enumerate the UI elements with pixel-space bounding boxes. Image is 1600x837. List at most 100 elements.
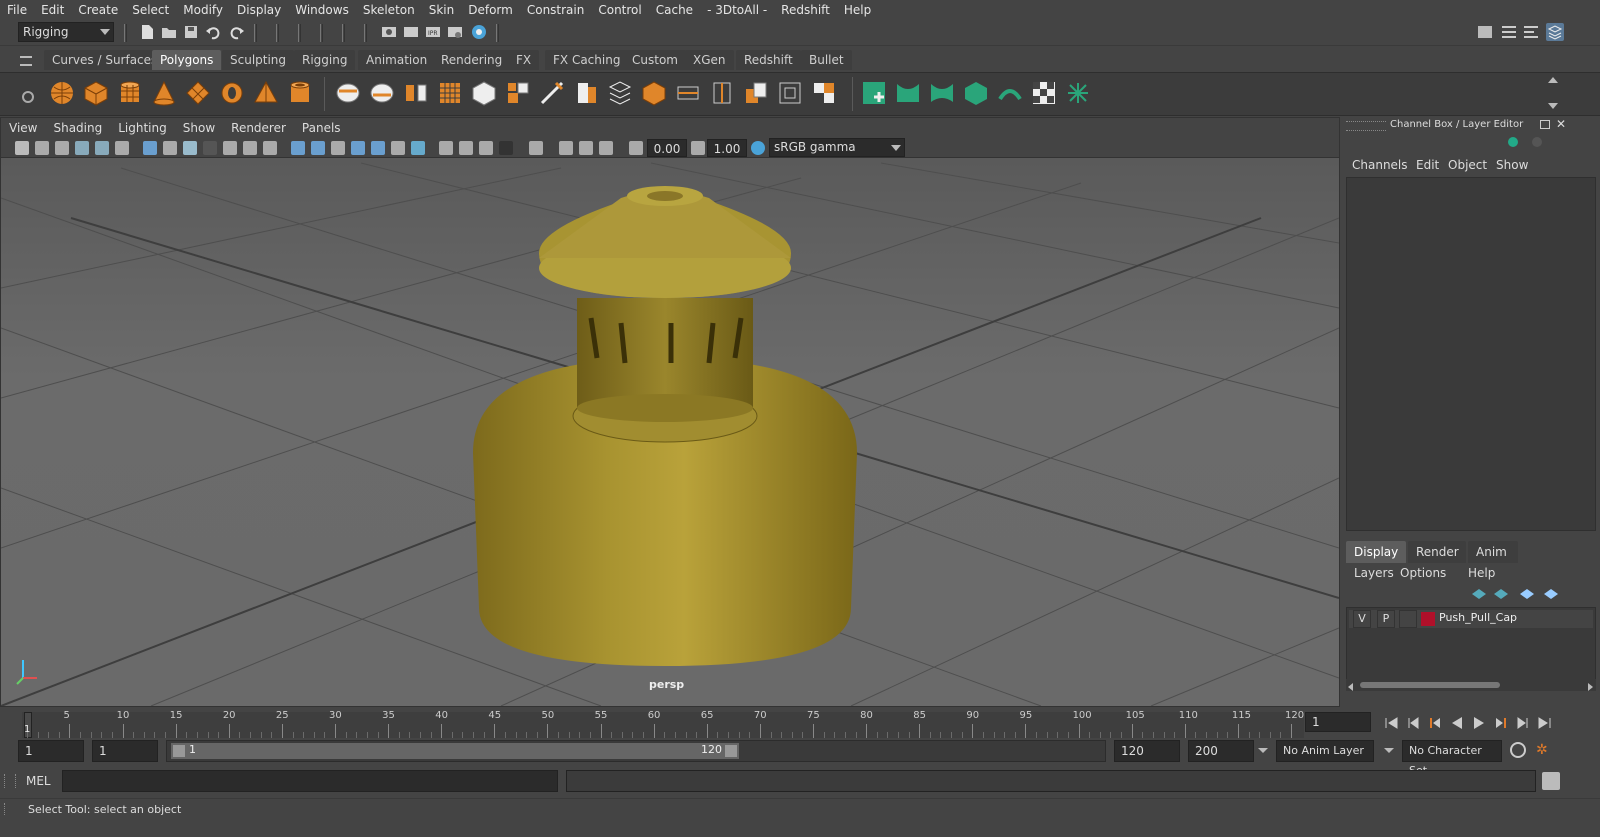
float-panel-icon[interactable] [1540, 120, 1550, 129]
shadows-icon[interactable] [411, 141, 425, 155]
poly-cylinder-icon[interactable] [116, 79, 144, 107]
playback-start-field[interactable]: 1 [92, 740, 158, 762]
extrude-icon[interactable] [504, 79, 532, 107]
undo-icon[interactable] [204, 23, 222, 41]
step-back-frame-icon[interactable] [1406, 716, 1420, 730]
channel-box-menu-edit[interactable]: Edit [1416, 158, 1439, 172]
menu-create[interactable]: Create [71, 0, 125, 20]
exposure-icon[interactable] [629, 141, 643, 155]
layer-menu-layers[interactable]: Layers [1354, 566, 1394, 580]
tab-polygons[interactable]: Polygons [152, 50, 222, 70]
textured-icon[interactable] [371, 141, 385, 155]
poly-cube-icon[interactable] [82, 79, 110, 107]
default-material-icon[interactable] [331, 141, 345, 155]
insert-edge-loop-icon[interactable] [572, 79, 600, 107]
camera-attributes-icon[interactable] [35, 141, 49, 155]
menu-modify[interactable]: Modify [176, 0, 230, 20]
viewport-menu-panels[interactable]: Panels [294, 121, 349, 135]
layer-playback-toggle[interactable]: P [1377, 610, 1395, 628]
gate-mask-icon[interactable] [203, 141, 217, 155]
script-editor-icon[interactable] [1542, 772, 1560, 790]
animation-start-field[interactable]: 1 [18, 740, 84, 762]
move-layer-down-icon[interactable] [1494, 589, 1508, 599]
layer-color-swatch[interactable] [1421, 612, 1435, 626]
redo-icon[interactable] [228, 23, 246, 41]
uv-unfold-icon[interactable] [928, 79, 956, 107]
menuset-dropdown[interactable]: Rigging [18, 22, 114, 42]
scroll-left-icon[interactable] [1348, 683, 1353, 691]
use-all-lights-icon[interactable] [391, 141, 405, 155]
render-settings-icon[interactable] [446, 23, 464, 41]
new-layer-selected-icon[interactable] [1544, 589, 1558, 599]
auto-key-icon[interactable] [1510, 742, 1526, 758]
isolate-select-icon[interactable] [529, 141, 543, 155]
poly-sphere-icon[interactable] [48, 79, 76, 107]
menu-edit[interactable]: Edit [34, 0, 71, 20]
layer-row[interactable]: V P Push_Pull_Cap [1349, 610, 1593, 628]
viewport-menu-shading[interactable]: Shading [45, 121, 110, 135]
time-slider[interactable]: 1 5 10 15 20 25 30 35 40 45 50 55 60 65 70 75 80 85 90 95 1… [0, 710, 1600, 740]
poly-plane-icon[interactable] [184, 79, 212, 107]
tool-settings-toggle-icon[interactable] [1522, 23, 1540, 41]
animation-preferences-icon[interactable]: ✲ [1536, 742, 1554, 760]
gear-icon[interactable] [22, 91, 34, 103]
uv-editor-icon[interactable] [776, 79, 804, 107]
planar-mapping-icon[interactable] [810, 79, 838, 107]
layer-scrollbar[interactable] [1346, 679, 1596, 691]
poly-cone-icon[interactable] [150, 79, 178, 107]
poly-pipe-icon[interactable] [286, 79, 314, 107]
bevel-icon[interactable] [470, 79, 498, 107]
tab-curves-surfaces[interactable]: Curves / Surfaces [44, 50, 166, 70]
fill-hole-icon[interactable] [674, 79, 702, 107]
camera-icon[interactable] [15, 141, 29, 155]
safe-action-icon[interactable] [243, 141, 257, 155]
move-layer-up-icon[interactable] [1472, 589, 1486, 599]
go-to-start-icon[interactable] [1384, 716, 1398, 730]
tab-custom[interactable]: Custom [624, 50, 686, 70]
bookmark-icon[interactable] [55, 141, 69, 155]
step-back-key-icon[interactable] [1428, 716, 1442, 730]
open-scene-icon[interactable] [160, 23, 178, 41]
menu-windows[interactable]: Windows [288, 0, 356, 20]
uv-align-icon[interactable] [1064, 79, 1092, 107]
smooth-shade-icon[interactable] [311, 141, 325, 155]
range-slider-handle[interactable]: 1 120 [171, 743, 739, 759]
color-management-icon[interactable] [751, 141, 765, 155]
chevron-down-icon[interactable] [1258, 748, 1268, 753]
layer-menu-options[interactable]: Options [1400, 566, 1446, 580]
wireframe-icon[interactable] [291, 141, 305, 155]
smooth-icon[interactable] [402, 79, 430, 107]
channel-box-area[interactable] [1346, 177, 1596, 531]
scroll-right-icon[interactable] [1588, 683, 1593, 691]
tab-sculpting[interactable]: Sculpting [222, 50, 295, 70]
mirror-icon[interactable] [708, 79, 736, 107]
screen-space-ao-icon[interactable] [439, 141, 453, 155]
layer-visibility-toggle[interactable]: V [1353, 610, 1371, 628]
attribute-editor-toggle-icon[interactable] [1500, 23, 1518, 41]
uv-straighten-icon[interactable] [996, 79, 1024, 107]
xray-components-icon[interactable] [599, 141, 613, 155]
panel-grip-icon[interactable] [1346, 121, 1386, 131]
step-forward-frame-icon[interactable] [1516, 716, 1530, 730]
viewport-menu-lighting[interactable]: Lighting [110, 121, 175, 135]
tab-rigging[interactable]: Rigging [294, 50, 356, 70]
workspace-icon[interactable] [1476, 23, 1494, 41]
poly-torus-icon[interactable] [218, 79, 246, 107]
time-slider-track[interactable] [22, 712, 1304, 738]
menu-skeleton[interactable]: Skeleton [356, 0, 422, 20]
layer-tab-display[interactable]: Display [1346, 541, 1406, 563]
step-forward-key-icon[interactable] [1494, 716, 1508, 730]
resolution-gate-icon[interactable] [183, 141, 197, 155]
mesh-grid-icon[interactable] [436, 79, 464, 107]
layer-menu-help[interactable]: Help [1468, 566, 1495, 580]
channel-box-toggle-icon[interactable] [1546, 23, 1564, 41]
uv-sew-icon[interactable] [894, 79, 922, 107]
menu-deform[interactable]: Deform [461, 0, 520, 20]
channel-box-menu-object[interactable]: Object [1448, 158, 1487, 172]
layer-tab-render[interactable]: Render [1408, 541, 1466, 563]
exposure-field[interactable]: 0.00 [647, 139, 687, 157]
menu-skin[interactable]: Skin [422, 0, 462, 20]
gamma-icon[interactable] [691, 141, 705, 155]
uv-cut-icon[interactable] [860, 79, 888, 107]
anim-layer-dropdown[interactable]: No Anim Layer [1276, 740, 1374, 762]
